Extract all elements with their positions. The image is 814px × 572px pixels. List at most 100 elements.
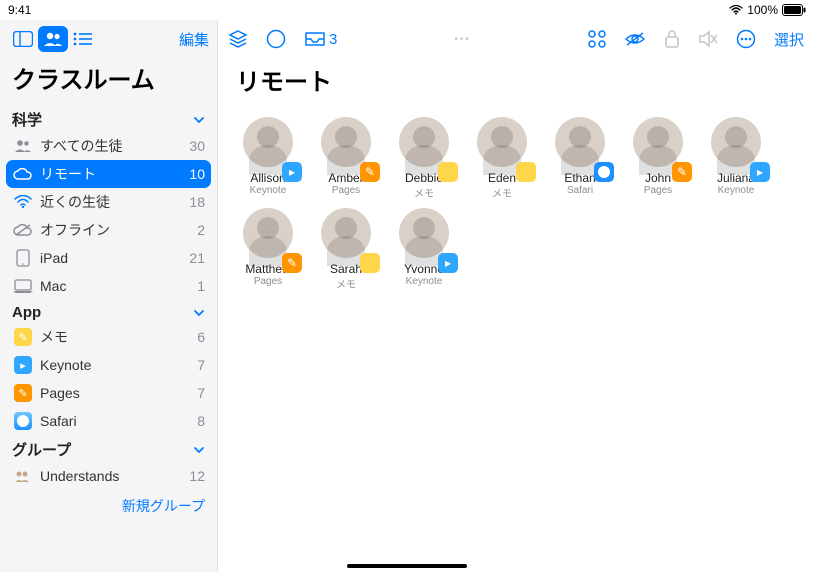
status-bar: 9:41 100%: [0, 0, 814, 20]
content-title: リモート: [218, 58, 814, 109]
app-badge-pages-icon: ✎: [672, 162, 692, 182]
sidebar-item-label: リモート: [40, 164, 96, 184]
app-badge-safari-icon: [594, 162, 614, 182]
student[interactable]: Eden メモ: [470, 117, 534, 200]
sidebar-item[interactable]: Safari 8: [0, 407, 217, 435]
app-badge-keynote-icon: ▸: [750, 162, 770, 182]
inbox-count: 3: [329, 31, 337, 48]
app-badge-keynote-icon: ▸: [438, 253, 458, 273]
student-app: Keynote: [718, 185, 755, 196]
student[interactable]: ▸ Juliana Keynote: [704, 117, 768, 200]
sidebar-item[interactable]: Understands 12: [0, 462, 217, 490]
sidebar-item[interactable]: ✎ Pages 7: [0, 379, 217, 407]
student[interactable]: ✎ Matthew Pages: [236, 208, 300, 291]
sidebar-item-label: Safari: [40, 413, 77, 429]
lock-icon[interactable]: [664, 29, 680, 49]
group-icon: [12, 466, 34, 486]
sidebar-item[interactable]: ▸ Keynote 7: [0, 351, 217, 379]
section-header[interactable]: グループ: [0, 435, 217, 462]
memo-icon: ✎: [12, 327, 34, 347]
sidebar-item-label: Keynote: [40, 357, 91, 373]
student-app: メモ: [492, 185, 512, 200]
battery-text: 100%: [747, 3, 778, 17]
compass-icon[interactable]: [266, 29, 286, 49]
mac-icon: [12, 276, 34, 296]
sidebar-item[interactable]: リモート 10: [6, 160, 211, 188]
home-indicator: [347, 564, 467, 568]
chevron-down-icon: [193, 114, 205, 126]
avatar: [321, 208, 371, 258]
sidebar-item-count: 12: [189, 468, 205, 484]
student-app: メモ: [414, 185, 434, 200]
avatar: [321, 117, 371, 167]
status-time: 9:41: [8, 3, 31, 17]
section-header[interactable]: 科学: [0, 105, 217, 132]
sidebar: 編集 クラスルーム 科学 すべての生徒 30 リモート 10 近くの生徒 18 …: [0, 20, 218, 572]
sidebar-toggle-icon[interactable]: [8, 26, 38, 52]
student-grid: ▸ Allison Keynote ✎ Amber Pages Debbie メ…: [218, 109, 814, 299]
pages-icon: ✎: [12, 383, 34, 403]
people-icon: [12, 136, 34, 156]
student[interactable]: Sarah メモ: [314, 208, 378, 291]
safari-icon: [12, 411, 34, 431]
sidebar-toolbar: 編集: [0, 20, 217, 58]
battery-icon: [782, 4, 806, 16]
sidebar-item[interactable]: ✎ メモ 6: [0, 323, 217, 351]
sidebar-item-label: iPad: [40, 250, 68, 266]
cloud-icon: [12, 164, 34, 184]
inbox-icon[interactable]: 3: [304, 31, 337, 48]
sidebar-item-count: 7: [197, 385, 205, 401]
sidebar-item-count: 30: [189, 138, 205, 154]
chevron-down-icon: [193, 307, 205, 319]
section-header[interactable]: App: [0, 300, 217, 323]
app-badge-pages-icon: ✎: [282, 253, 302, 273]
app-badge-memo-icon: [516, 162, 536, 182]
student-app: Pages: [332, 185, 360, 196]
wifi-icon: [729, 5, 743, 15]
student[interactable]: Debbie メモ: [392, 117, 456, 200]
student[interactable]: ▸ Allison Keynote: [236, 117, 300, 200]
avatar: [243, 117, 293, 167]
student[interactable]: ✎ John Pages: [626, 117, 690, 200]
sidebar-item[interactable]: Mac 1: [0, 272, 217, 300]
sidebar-item-count: 2: [197, 222, 205, 238]
sidebar-item[interactable]: オフライン 2: [0, 216, 217, 244]
sidebar-item-label: メモ: [40, 327, 68, 347]
sidebar-item[interactable]: すべての生徒 30: [0, 132, 217, 160]
grid-icon[interactable]: [588, 30, 606, 48]
sidebar-item[interactable]: 近くの生徒 18: [0, 188, 217, 216]
edit-button[interactable]: 編集: [179, 29, 209, 50]
sidebar-item-label: 近くの生徒: [40, 192, 110, 212]
student[interactable]: ✎ Amber Pages: [314, 117, 378, 200]
new-group-button[interactable]: 新規グループ: [0, 490, 217, 522]
student-app: メモ: [336, 276, 356, 291]
app-badge-keynote-icon: ▸: [282, 162, 302, 182]
eye-off-icon[interactable]: [624, 31, 646, 47]
wifi-icon: [12, 192, 34, 212]
chevron-down-icon: [193, 444, 205, 456]
sidebar-item-count: 6: [197, 329, 205, 345]
select-button[interactable]: 選択: [774, 29, 804, 50]
grabber-icon: •••: [355, 34, 570, 45]
sidebar-item-label: Understands: [40, 468, 119, 484]
cloud-off-icon: [12, 220, 34, 240]
student[interactable]: ▸ Yvonne Keynote: [392, 208, 456, 291]
sidebar-item-label: Pages: [40, 385, 80, 401]
more-icon[interactable]: [736, 29, 756, 49]
student[interactable]: Ethan Safari: [548, 117, 612, 200]
layers-icon[interactable]: [228, 30, 248, 48]
avatar: [633, 117, 683, 167]
sidebar-item[interactable]: iPad 21: [0, 244, 217, 272]
avatar: [477, 117, 527, 167]
section-label: App: [12, 304, 41, 321]
sidebar-item-label: オフライン: [40, 220, 110, 240]
sidebar-item-count: 18: [189, 194, 205, 210]
mute-icon[interactable]: [698, 30, 718, 48]
section-label: グループ: [12, 439, 71, 460]
list-view-icon[interactable]: [68, 26, 98, 52]
app-title: クラスルーム: [0, 58, 217, 105]
avatar: [555, 117, 605, 167]
avatar: [711, 117, 761, 167]
student-app: Keynote: [406, 276, 443, 287]
people-view-icon[interactable]: [38, 26, 68, 52]
